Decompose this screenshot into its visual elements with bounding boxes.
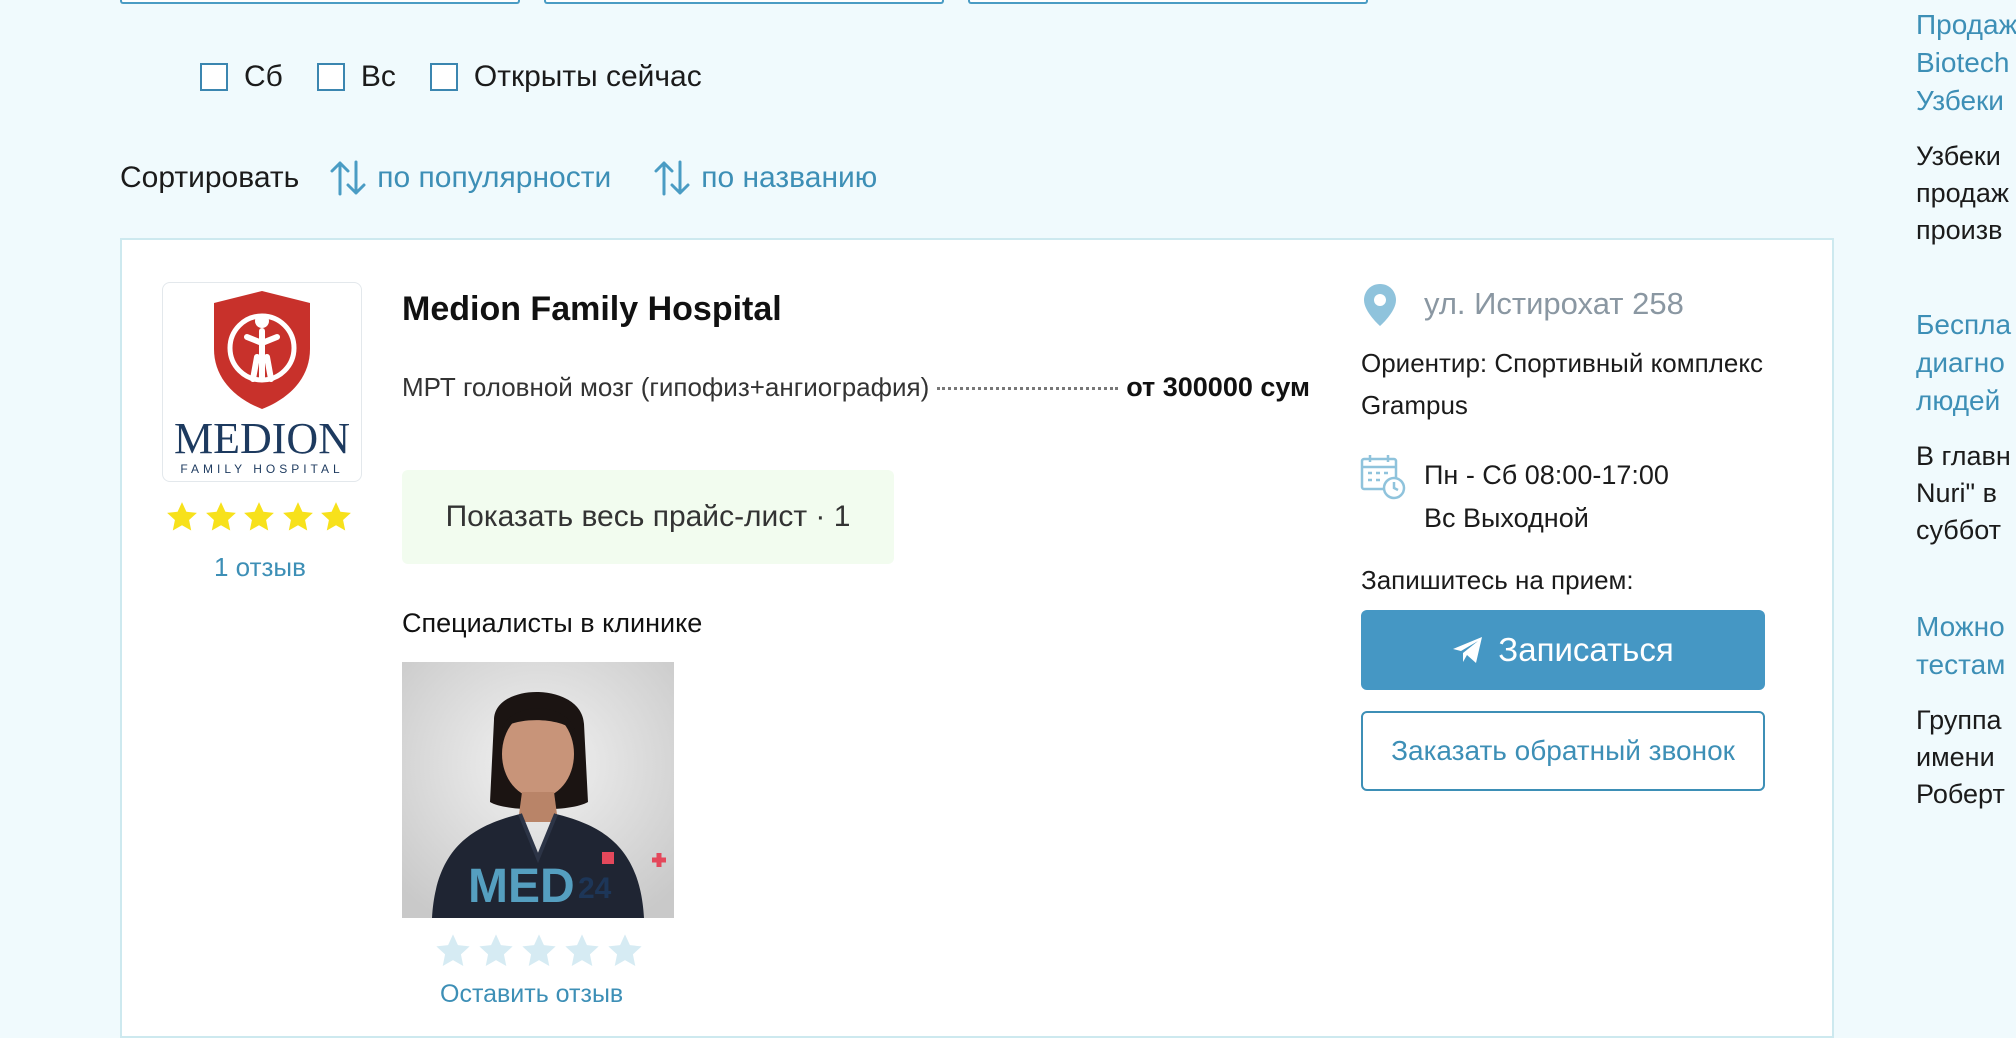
service-dots — [937, 387, 1119, 390]
sort-arrows-icon — [330, 160, 366, 196]
service-row: МРТ головной мозг (гипофиз+ангиография) … — [402, 372, 1310, 403]
sunday-checkbox[interactable] — [316, 63, 345, 91]
star-icon[interactable] — [434, 932, 472, 970]
specialist-photo[interactable]: MED 24 — [402, 662, 674, 918]
news-item-3[interactable]: Можно тестам Группа имени Роберт — [1916, 608, 2016, 813]
working-hours-sunday: Вс Выходной — [1424, 503, 1589, 533]
sort-name-label: по названию — [701, 161, 878, 194]
news-title[interactable]: Продаж Biotech Узбеки — [1916, 6, 2016, 120]
news-title[interactable]: Можно тестам — [1916, 608, 2016, 684]
clinic-rating[interactable] — [165, 500, 358, 534]
day-filters: Сб Вс Открыты сейчас — [200, 60, 736, 94]
sort-by-popularity[interactable]: по популярности — [329, 158, 611, 198]
star-icon[interactable] — [242, 500, 276, 534]
medion-logo-icon: MEDION FAMILY HOSPITAL — [174, 291, 350, 476]
star-icon[interactable] — [319, 500, 353, 534]
working-hours-weekdays: Пн - Сб 08:00-17:00 — [1424, 460, 1669, 490]
news-title[interactable]: Беспла диагно людей — [1916, 306, 2016, 420]
news-text: Узбеки продаж произв — [1916, 141, 2009, 245]
doctor-portrait-icon: MED 24 — [402, 662, 674, 918]
location-pin-icon — [1364, 284, 1396, 326]
star-icon[interactable] — [165, 500, 199, 534]
clinic-logo[interactable]: MEDION FAMILY HOSPITAL — [162, 282, 362, 482]
sort-label: Сортировать — [120, 161, 300, 194]
clinic-reviews-link[interactable]: 1 отзыв — [214, 552, 306, 583]
star-icon[interactable] — [281, 500, 315, 534]
book-button-label: Записаться — [1498, 631, 1674, 668]
sort-arrows-icon — [654, 160, 690, 196]
news-item-2[interactable]: Беспла диагно людей В главн Nuri" в субб… — [1916, 306, 2016, 549]
filter-input-1[interactable] — [120, 0, 520, 4]
photo-watermark: MED — [468, 860, 575, 913]
filter-sunday[interactable]: Вс — [316, 60, 396, 94]
photo-watermark-num: 24 — [578, 872, 612, 905]
star-icon[interactable] — [477, 932, 515, 970]
sort-bar: Сортировать по популярности по названию — [120, 158, 919, 198]
sort-by-name[interactable]: по названию — [653, 158, 877, 198]
star-icon[interactable] — [204, 500, 238, 534]
show-pricelist-button[interactable]: Показать весь прайс-лист · 1 — [402, 470, 894, 564]
open-now-checkbox[interactable] — [429, 63, 458, 91]
calendar-clock-icon — [1360, 455, 1406, 500]
sunday-label: Вс — [360, 60, 396, 93]
service-price: от 300000 сум — [1126, 372, 1310, 402]
saturday-checkbox[interactable] — [200, 63, 228, 91]
star-icon[interactable] — [520, 932, 558, 970]
filter-saturday[interactable]: Сб — [200, 60, 283, 94]
clinic-name[interactable]: Medion Family Hospital — [402, 290, 782, 329]
clinic-address[interactable]: ул. Истирохат 258 — [1424, 286, 1684, 322]
news-text: Группа имени Роберт — [1916, 705, 2005, 809]
service-name: МРТ головной мозг (гипофиз+ангиография) — [402, 372, 930, 402]
logo-subtext: FAMILY HOSPITAL — [180, 462, 343, 476]
news-item-1[interactable]: Продаж Biotech Узбеки Узбеки продаж прои… — [1916, 6, 2016, 249]
filter-open-now[interactable]: Открыты сейчас — [429, 60, 702, 94]
specialists-title: Специалисты в клинике — [402, 608, 703, 638]
filter-input-3[interactable] — [968, 0, 1368, 4]
star-icon[interactable] — [606, 932, 644, 970]
news-text: В главн Nuri" в суббот — [1916, 441, 2011, 545]
book-appointment-button[interactable]: Записаться — [1361, 610, 1765, 690]
leave-review-link[interactable]: Оставить отзыв — [440, 980, 623, 1009]
open-now-label: Открыты сейчас — [473, 60, 702, 93]
telegram-plane-icon — [1453, 637, 1483, 663]
request-callback-button[interactable]: Заказать обратный звонок — [1361, 711, 1765, 791]
saturday-label: Сб — [244, 60, 283, 93]
specialist-rating[interactable] — [434, 932, 649, 970]
filter-input-2[interactable] — [544, 0, 944, 4]
star-icon[interactable] — [563, 932, 601, 970]
clinic-landmark: Ориентир: Спортивный комплекс Grampus — [1361, 348, 1763, 420]
sort-popularity-label: по популярности — [377, 161, 612, 194]
logo-wordmark: MEDION — [174, 414, 350, 463]
book-label: Запишитесь на прием: — [1361, 565, 1634, 595]
